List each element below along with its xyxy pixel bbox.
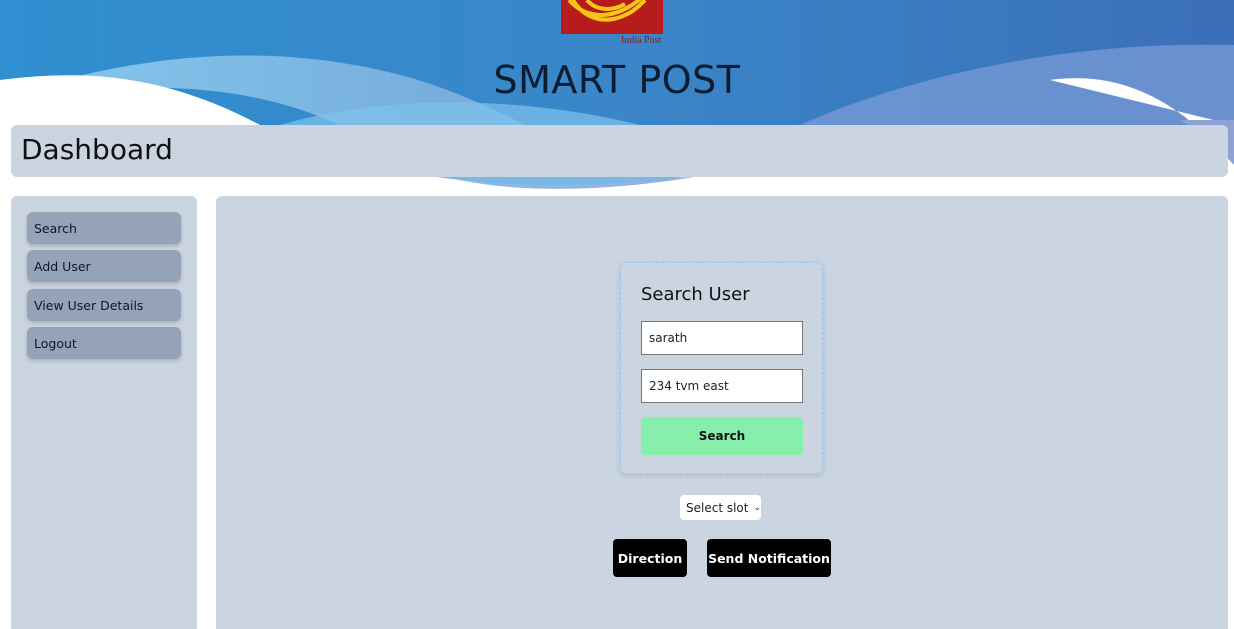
chevron-down-icon: ⌄ [753, 502, 761, 513]
dashboard-bar: Dashboard [11, 125, 1228, 177]
logo-caption: India Post [621, 35, 662, 46]
address-input[interactable] [641, 369, 803, 403]
direction-button[interactable]: Direction [613, 539, 687, 577]
page-title: Dashboard [21, 133, 173, 166]
sidebar-item-view-user-details[interactable]: View User Details [27, 289, 181, 321]
search-user-title: Search User [641, 284, 750, 305]
slot-select[interactable]: Select slot ⌄ [680, 495, 761, 520]
slot-select-value: Select slot [686, 500, 749, 515]
name-input[interactable] [641, 321, 803, 355]
sidebar-item-search[interactable]: Search [27, 212, 181, 244]
india-post-logo [561, 0, 663, 34]
smart-post-page: India Post SMART POST Dashboard Search A… [0, 0, 1234, 629]
send-notification-button[interactable]: Send Notification [707, 539, 831, 577]
app-title: SMART POST [493, 58, 741, 102]
sidebar-item-add-user[interactable]: Add User [27, 250, 181, 282]
search-button[interactable]: Search [641, 417, 803, 455]
sidebar-item-logout[interactable]: Logout [27, 327, 181, 359]
sidebar: Search Add User View User Details Logout [11, 196, 197, 629]
